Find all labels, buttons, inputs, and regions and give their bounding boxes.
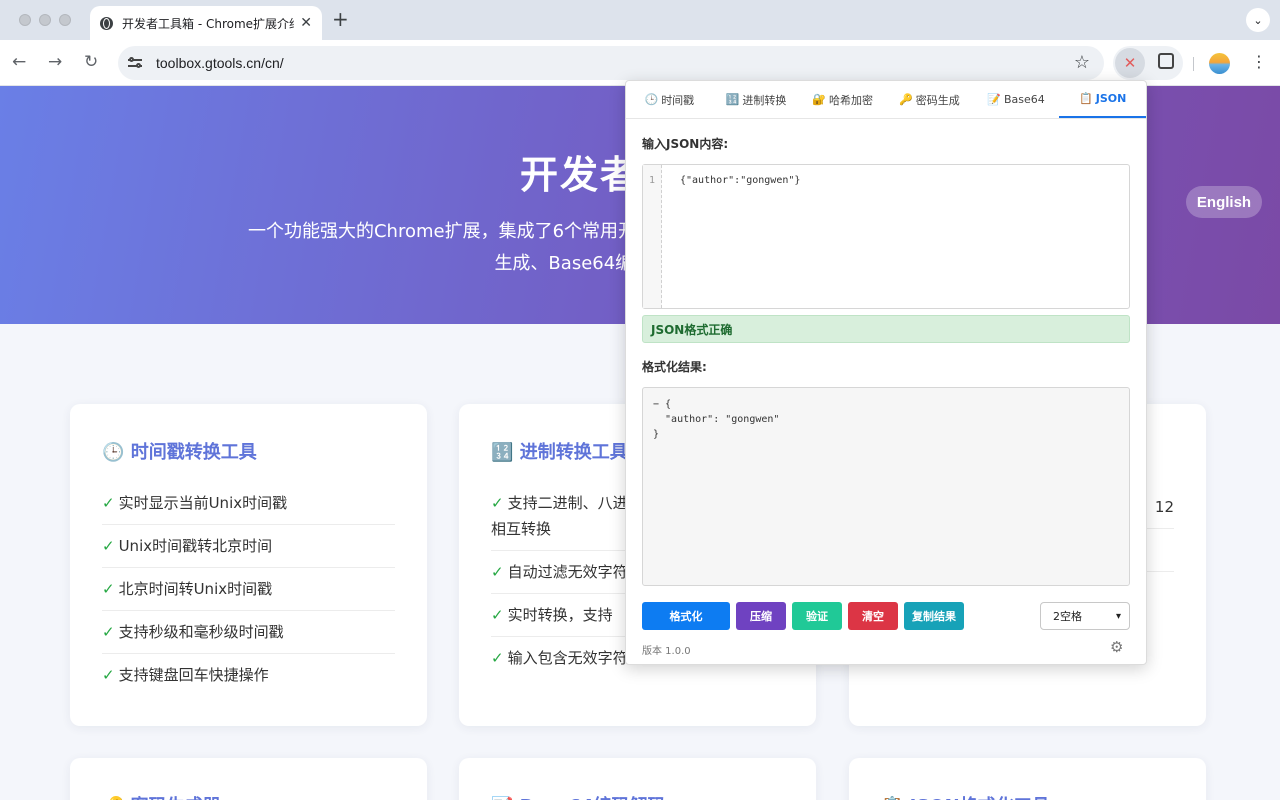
list-item: ✓ 实时显示当前Unix时间戳 (102, 482, 395, 525)
check-icon: ✓ (102, 580, 115, 598)
check-icon: ✓ (491, 563, 504, 581)
tab-password[interactable]: 🔑 密码生成 (886, 81, 973, 118)
tab-base-conversion[interactable]: 🔢 进制转换 (713, 81, 800, 118)
window-minimize-button[interactable] (39, 14, 51, 26)
chevron-down-icon: ▾ (1115, 610, 1121, 622)
tab-close-icon[interactable]: ✕ (300, 15, 312, 31)
browser-tab-active[interactable]: 开发者工具箱 - Chrome扩展介绍 ✕ (90, 6, 322, 40)
list-item: ✓ 支持键盘回车快捷操作 (102, 666, 269, 684)
toolbar-divider (1193, 57, 1194, 71)
tab-hash[interactable]: 🔐 哈希加密 (799, 81, 886, 118)
browser-tabstrip: 开发者工具箱 - Chrome扩展介绍 ✕ + ⌄ (0, 0, 1280, 40)
profile-avatar[interactable] (1209, 53, 1230, 74)
card-title: 📋 JSON格式化工具 (881, 792, 1174, 800)
feature-list: ✓ 实时显示当前Unix时间戳 ✓ Unix时间戳转北京时间 ✓ 北京时间转Unix时… (102, 482, 395, 696)
format-button[interactable]: 格式化 (642, 602, 730, 630)
key-icon: 🔑 (899, 93, 913, 106)
extensions-puzzle-icon[interactable] (1158, 53, 1174, 69)
address-bar[interactable]: toolbox.gtools.cn/cn/ ☆ (118, 46, 1104, 80)
card-title: 🕒 时间戳转换工具 (102, 442, 257, 463)
feature-card-timestamp: 🕒 时间戳转换工具 ✓ 实时显示当前Unix时间戳 ✓ Unix时间戳转北京时间 ✓… (70, 404, 427, 726)
tab-timestamp[interactable]: 🕒 时间戳 (626, 81, 713, 118)
site-info-icon[interactable] (128, 56, 144, 70)
extension-popup: 🕒 时间戳 🔢 进制转换 🔐 哈希加密 🔑 密码生成 📝 Base64 📋 JSON 输入J… (625, 80, 1147, 665)
tab-base64[interactable]: 📝 Base64 (973, 81, 1060, 118)
json-status-badge: JSON格式正确 (642, 315, 1130, 343)
check-icon: ✓ (102, 623, 115, 641)
memo-icon: 📝 (987, 93, 1001, 106)
tab-search-button[interactable]: ⌄ (1246, 8, 1270, 32)
forward-button[interactable]: → (48, 52, 62, 72)
check-icon: ✓ (102, 537, 115, 555)
gear-icon[interactable]: ⚙ (1110, 639, 1123, 655)
popup-tab-bar: 🕒 时间戳 🔢 进制转换 🔐 哈希加密 🔑 密码生成 📝 Base64 📋 JSON (626, 81, 1147, 119)
json-input-text[interactable]: {"author":"gongwen"} (680, 175, 800, 186)
numbers-icon: 🔢 (725, 93, 740, 106)
json-input-label: 输入JSON内容: (642, 137, 729, 151)
result-label: 格式化结果: (642, 360, 707, 374)
card-title: 📝 Base64编码解码 (491, 792, 784, 800)
toolbox-extension-icon[interactable]: ✕ (1115, 48, 1145, 78)
compress-button[interactable]: 压缩 (736, 602, 786, 630)
feature-card-password: 🔑 密码生成器 (70, 758, 427, 800)
action-buttons: 格式化 压缩 验证 清空 复制结果 (642, 602, 964, 630)
list-item: ✓ Unix时间戳转北京时间 (102, 525, 395, 568)
validate-button[interactable]: 验证 (792, 602, 842, 630)
check-icon: ✓ (491, 649, 504, 667)
copy-result-button[interactable]: 复制结果 (904, 602, 964, 630)
json-input-editor[interactable]: 1 {"author":"gongwen"} (642, 164, 1130, 309)
card-title: 🔑 密码生成器 (102, 792, 395, 800)
check-icon: ✓ (102, 494, 115, 512)
numbers-icon: 🔢 (491, 442, 514, 463)
url-text[interactable]: toolbox.gtools.cn/cn/ (156, 55, 284, 71)
reload-button[interactable]: ↻ (84, 52, 98, 72)
list-item: ✓ 支持秒级和毫秒级时间戳 (102, 611, 395, 654)
feature-card-base64: 📝 Base64编码解码 (459, 758, 816, 800)
feature-card-json: 📋 JSON格式化工具 (849, 758, 1206, 800)
check-icon: ✓ (491, 606, 504, 624)
browser-menu-icon[interactable]: ⋮ (1251, 53, 1267, 71)
lock-icon: 🔐 (812, 93, 827, 106)
back-button[interactable]: ← (12, 52, 26, 72)
clipboard-icon: 📋 (1079, 92, 1093, 105)
tab-json[interactable]: 📋 JSON (1059, 81, 1147, 118)
clear-button[interactable]: 清空 (848, 602, 898, 630)
json-result-output[interactable]: − { "author": "gongwen" } (642, 387, 1130, 586)
language-switch-button[interactable]: English (1186, 186, 1262, 218)
new-tab-button[interactable]: + (332, 9, 349, 29)
bookmark-star-icon[interactable]: ☆ (1074, 52, 1090, 73)
line-number-gutter: 1 (643, 165, 662, 308)
clock-icon: 🕒 (644, 93, 659, 106)
indent-select[interactable]: 2空格 ▾ (1040, 602, 1130, 630)
clock-icon: 🕒 (102, 442, 125, 463)
list-item: ✓ 北京时间转Unix时间戳 (102, 568, 395, 611)
window-close-button[interactable] (19, 14, 31, 26)
tab-title: 开发者工具箱 - Chrome扩展介绍 (122, 16, 295, 31)
window-maximize-button[interactable] (59, 14, 71, 26)
check-icon: ✓ (491, 494, 504, 512)
check-icon: ✓ (102, 666, 115, 684)
globe-icon (100, 16, 113, 30)
version-text: 版本 1.0.0 (642, 646, 691, 657)
